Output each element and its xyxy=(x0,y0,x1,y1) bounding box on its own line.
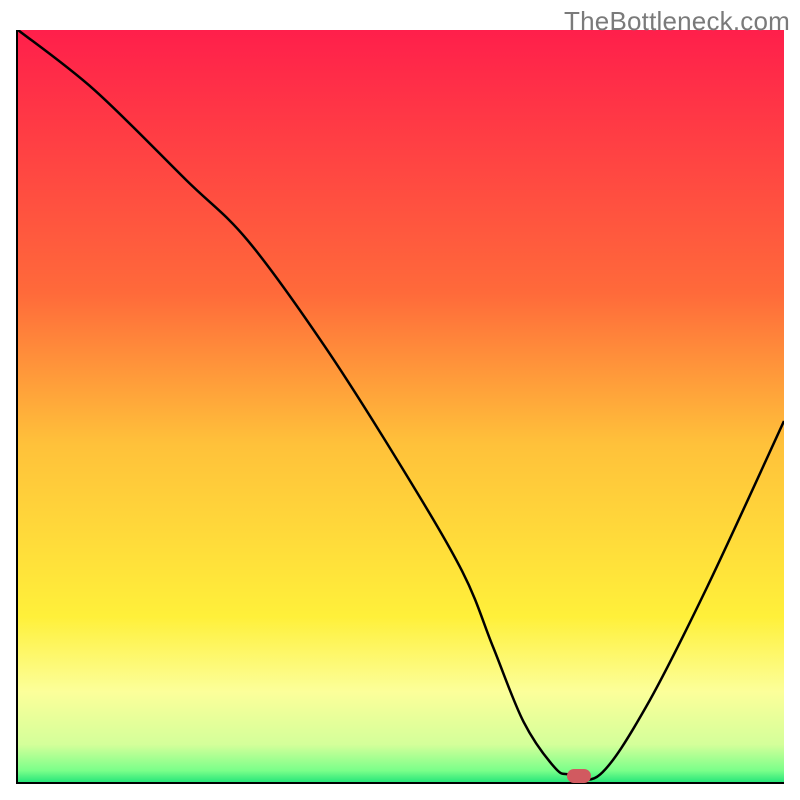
chart-plot-area xyxy=(16,30,784,784)
optimal-marker xyxy=(567,769,591,783)
bottleneck-chart xyxy=(18,30,784,782)
watermark-text: TheBottleneck.com xyxy=(564,6,790,37)
chart-background xyxy=(18,30,784,782)
